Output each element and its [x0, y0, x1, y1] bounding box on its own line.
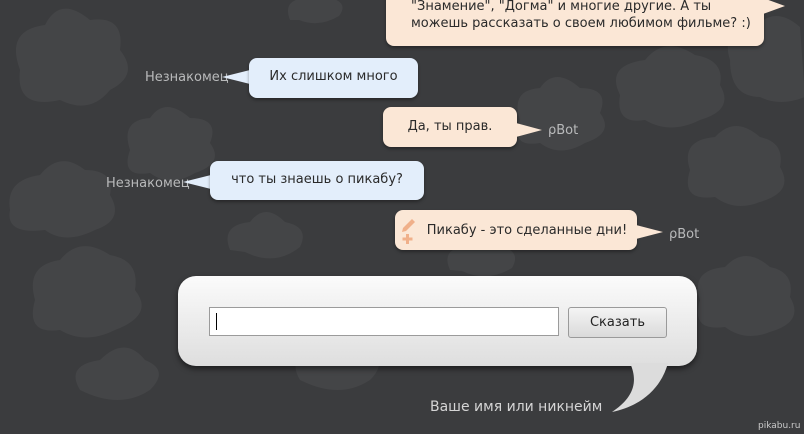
watermark: pikabu.ru	[758, 421, 801, 431]
nickname-label: Ваше имя или никнейм	[430, 399, 603, 415]
panel-speech-tail	[612, 363, 668, 412]
